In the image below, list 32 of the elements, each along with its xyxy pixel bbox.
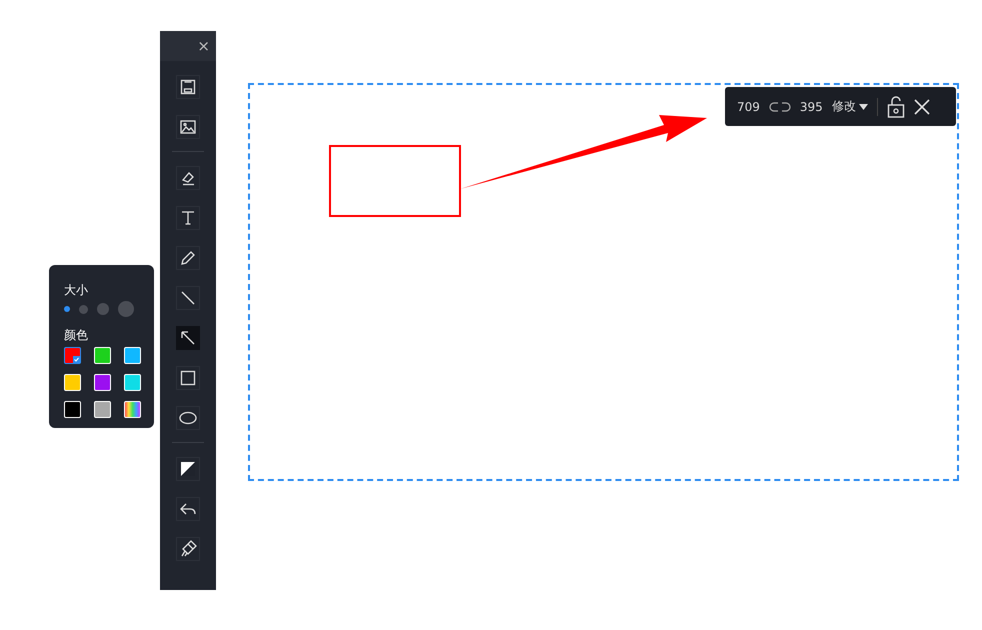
brush-size-option[interactable]: [64, 306, 70, 312]
unlock-icon[interactable]: [886, 96, 905, 118]
image-icon: [179, 118, 197, 136]
link-icon: [768, 102, 791, 112]
text-tool[interactable]: [176, 206, 200, 230]
save-tool[interactable]: [176, 75, 200, 99]
eraser-tool[interactable]: [176, 166, 200, 190]
ellipse-icon: [179, 409, 197, 427]
width-value: 709: [737, 100, 760, 114]
arrow-tool[interactable]: [176, 326, 200, 350]
text-icon: [179, 209, 197, 227]
height-value: 395: [800, 100, 823, 114]
image-tool[interactable]: [176, 115, 200, 139]
arrow-icon: [179, 329, 197, 347]
caret-icon: [858, 104, 868, 110]
rect-tool[interactable]: [176, 366, 200, 390]
color-label: 颜色: [64, 327, 89, 343]
modify-dropdown[interactable]: 修改: [832, 98, 868, 115]
half-filled-square-icon: [179, 460, 197, 478]
line-tool[interactable]: [176, 286, 200, 310]
line-icon: [179, 289, 197, 307]
mosaic-tool[interactable]: [176, 457, 200, 481]
brush-icon: [179, 540, 197, 558]
color-swatch[interactable]: [64, 347, 81, 364]
pencil-tool[interactable]: [176, 246, 200, 270]
pencil-icon: [179, 249, 197, 267]
rectangle-icon: [179, 369, 197, 387]
size-label: 大小: [64, 282, 89, 298]
ellipse-tool[interactable]: [176, 406, 200, 430]
undo-tool[interactable]: [176, 497, 200, 521]
close-icon[interactable]: [914, 98, 930, 114]
clear-tool[interactable]: [176, 537, 200, 561]
